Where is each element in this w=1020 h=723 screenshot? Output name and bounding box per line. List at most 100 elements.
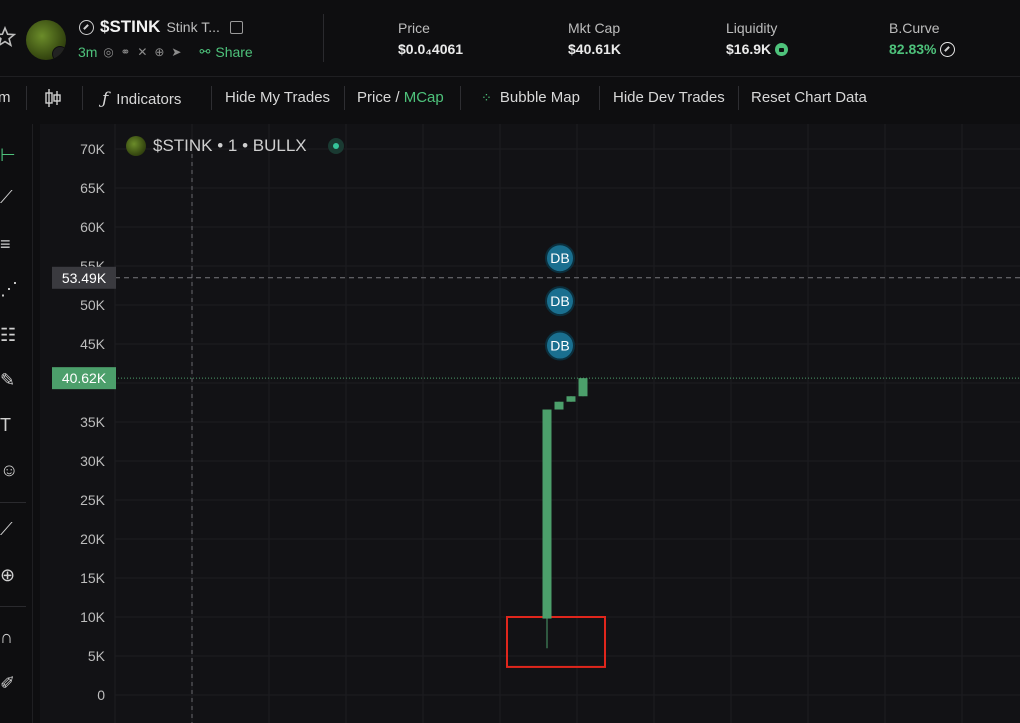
drawing-toolbar: ⊢ ⟋ ≡ ⋰ ☷ ✎ T ☺ ⟋ ⊕ ∩ ✐ [0,124,33,723]
telegram-icon[interactable]: ➤ [170,46,182,58]
y-axis: 70K65K60K55K50K45K40K35K30K25K20K15K10K5… [80,141,106,703]
interval-button[interactable]: m [0,89,11,106]
brush-icon[interactable]: ✎ [0,369,22,391]
y-tick-label: 70K [80,141,106,157]
toolbar-divider [26,86,27,110]
copy-icon[interactable] [229,20,243,34]
indicators-label: Indicators [116,90,182,108]
stat-label: B.Curve [889,20,940,36]
crosshair-icon[interactable]: ⊢ [0,144,22,166]
share-link-icon: ⚯ [199,44,211,59]
pill-icon [79,19,94,35]
y-tick-label: 25K [80,492,106,508]
candle-body [578,378,588,397]
chart-toolbar: m ƒ Indicators Hide My Trades Price / MC… [0,76,1020,119]
price-chart[interactable]: 70K65K60K55K50K45K40K35K30K25K20K15K10K5… [40,124,1020,723]
highlight-box [506,616,606,668]
token-name: Stink T... [166,19,220,35]
candles [542,378,588,649]
toolbar-divider [599,86,600,110]
function-icon: ƒ [102,89,109,109]
bubble-map-button[interactable]: ⁘ Bubble Map [481,89,580,106]
token-title-row: $STINK Stink T... [79,16,243,38]
y-tick-label: 65K [80,180,106,196]
stat-value: $0.0₄4061 [398,41,464,57]
dev-trade-marker-label: DB [550,250,569,266]
price-mcap-toggle[interactable]: Price / MCap [357,89,444,106]
fib-icon[interactable]: ☷ [0,324,22,346]
hide-dev-trades-button[interactable]: Hide Dev Trades [613,89,725,106]
candle-body [542,409,552,619]
lock-draw-icon[interactable]: ✐ [0,672,22,694]
crosshair-value-label: 53.49K [62,270,107,286]
pill-icon [940,41,956,57]
stat-value: $40.61K [568,41,621,57]
token-symbol: $STINK [100,17,161,36]
indicators-button[interactable]: ƒ Indicators [102,89,181,109]
pattern-icon[interactable]: ⋰ [0,278,22,300]
stat-value: $16.9K [726,41,772,57]
ruler-icon[interactable]: ⟋ [0,518,22,540]
y-tick-label: 30K [80,453,106,469]
token-meta-row: 3m ◎ ⚭ ✕ ⊕ ➤ ⚯ Share [78,43,253,61]
reset-chart-data-button[interactable]: Reset Chart Data [751,89,867,106]
trend-line-icon[interactable]: ⟋ [0,186,22,208]
toolbar-divider [211,86,212,110]
current-value-label: 40.62K [62,370,107,386]
candle-body [554,401,564,410]
chart-overlays [115,154,1020,723]
bubble-icon: ⁘ [481,89,492,105]
solana-badge-icon [52,46,66,60]
hide-my-trades-button[interactable]: Hide My Trades [225,89,330,106]
y-tick-label: 0 [97,687,105,703]
tool-divider [0,502,26,503]
share-label: Share [215,44,253,60]
token-header: $STINK Stink T... 3m ◎ ⚭ ✕ ⊕ ➤ ⚯ Share P… [0,0,1020,76]
dev-trade-marker-label: DB [550,293,569,309]
toolbar-divider [82,86,83,110]
stat-label: Liquidity [726,20,778,36]
toggle-slash: / [395,89,400,106]
token-avatar[interactable] [26,20,66,60]
y-tick-label: 50K [80,297,106,313]
stat-bonding-curve: B.Curve 82.83% [889,20,956,57]
share-button[interactable]: ⚯ Share [199,44,252,60]
stat-value-row: 82.83% [889,41,956,57]
tool-divider [0,606,26,607]
website-icon[interactable]: ⊕ [153,46,165,58]
dev-trade-marker-label: DB [550,338,569,354]
search-icon[interactable]: ◎ [102,46,114,58]
live-status-icon [327,138,344,154]
horizontal-lines-icon[interactable]: ≡ [0,233,22,255]
zoom-icon[interactable]: ⊕ [0,564,22,586]
stat-label: Price [398,20,430,36]
text-icon[interactable]: T [0,414,22,436]
header-divider [323,14,324,62]
price-option[interactable]: Price [357,89,391,106]
stat-label: Mkt Cap [568,20,621,36]
candle-body [566,396,576,402]
bubble-map-label: Bubble Map [499,89,580,106]
y-tick-label: 10K [80,609,106,625]
candles-icon[interactable] [44,87,62,109]
y-tick-label: 5K [88,648,106,664]
y-tick-label: 15K [80,570,106,586]
trade-markers: DB DB DB [545,243,575,361]
star-icon[interactable] [0,26,16,48]
chart-legend: $STINK • 1 • BULLX [126,136,344,156]
x-social-icon[interactable]: ✕ [136,46,148,58]
lock-icon [775,42,789,56]
stat-value-row: $16.9K [726,41,789,57]
stat-liquidity: Liquidity $16.9K [726,20,789,57]
axis-value-labels: 53.49K 40.62K [52,266,116,390]
stat-price: Price $0.0₄4061 [398,20,463,57]
chart-canvas[interactable]: 70K65K60K55K50K45K40K35K30K25K20K15K10K5… [40,124,1020,723]
emoji-icon[interactable]: ☺ [0,459,22,481]
stat-value: 82.83% [889,41,937,57]
chart-grid [114,124,1020,723]
toolbar-divider [344,86,345,110]
link-icon[interactable]: ⚭ [119,46,131,58]
magnet-icon[interactable]: ∩ [0,626,22,648]
mcap-option[interactable]: MCap [404,89,444,106]
y-tick-label: 35K [80,414,106,430]
